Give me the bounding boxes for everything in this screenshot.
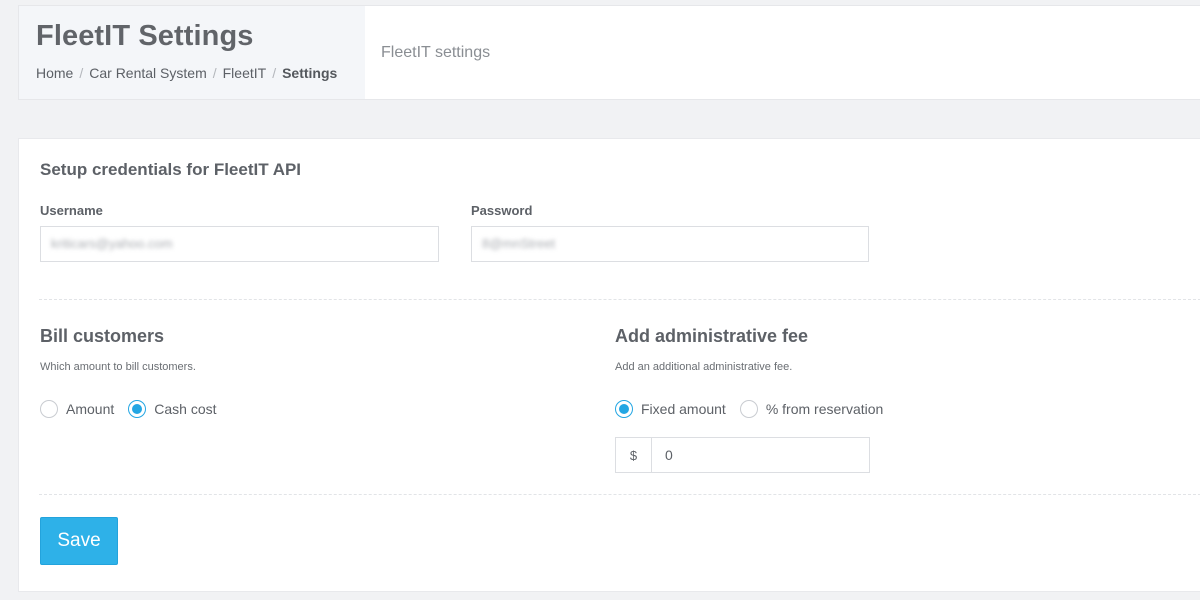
breadcrumb-fleetit[interactable]: FleetIT xyxy=(223,65,267,81)
bill-customers-title: Bill customers xyxy=(40,326,165,346)
radio-circle xyxy=(40,400,58,418)
admin-fee-title: Add administrative fee xyxy=(615,326,809,346)
radio-circle-checked xyxy=(615,400,633,418)
breadcrumb: Home / Car Rental System / FleetIT / Settings xyxy=(36,65,338,81)
password-label: Password xyxy=(471,203,533,218)
password-input[interactable]: 8@mnStreet xyxy=(471,226,869,262)
credentials-title: Setup credentials for FleetIT API xyxy=(40,160,302,179)
username-value: kriticars@yahoo.com xyxy=(51,236,173,251)
settings-card: Setup credentials for FleetIT API Userna… xyxy=(18,138,1200,592)
radio-cash-cost-label: Cash cost xyxy=(154,401,217,417)
radio-percent-label: % from reservation xyxy=(765,401,884,417)
radio-fixed-amount[interactable]: Fixed amount xyxy=(615,400,726,418)
radio-amount-label: Amount xyxy=(66,401,115,417)
breadcrumb-home[interactable]: Home xyxy=(36,65,73,81)
page-title: FleetIT Settings xyxy=(36,20,254,52)
bill-customers-radio-group: Amount Cash cost xyxy=(40,400,231,418)
breadcrumb-settings: Settings xyxy=(282,65,338,81)
divider xyxy=(39,494,1200,495)
radio-circle-checked xyxy=(128,400,147,418)
currency-addon: $ xyxy=(616,438,652,472)
username-input[interactable]: kriticars@yahoo.com xyxy=(40,226,439,262)
password-value: 8@mnStreet xyxy=(482,236,556,251)
radio-percent-from-reservation[interactable]: % from reservation xyxy=(739,400,884,418)
admin-fee-radio-group: Fixed amount % from reservation xyxy=(615,400,897,418)
bill-customers-help: Which amount to bill customers. xyxy=(40,361,196,373)
divider xyxy=(39,299,1200,300)
radio-cash-cost[interactable]: Cash cost xyxy=(128,400,217,418)
username-label: Username xyxy=(40,203,103,218)
header-title-box: FleetIT Settings Home / Car Rental System /… xyxy=(19,6,365,99)
breadcrumb-car-rental-system[interactable]: Car Rental System xyxy=(89,65,206,81)
save-button[interactable]: Save xyxy=(40,517,118,565)
radio-amount[interactable]: Amount xyxy=(40,400,114,418)
fee-amount-input[interactable]: 0 xyxy=(652,438,869,472)
fee-amount-input-group: $ 0 xyxy=(615,437,870,473)
header-subtitle: FleetIT settings xyxy=(381,44,491,61)
radio-circle xyxy=(739,400,758,418)
radio-fixed-amount-label: Fixed amount xyxy=(641,401,726,417)
page-header: FleetIT Settings Home / Car Rental System /… xyxy=(18,5,1200,100)
admin-fee-help: Add an additional administrative fee. xyxy=(615,361,793,373)
